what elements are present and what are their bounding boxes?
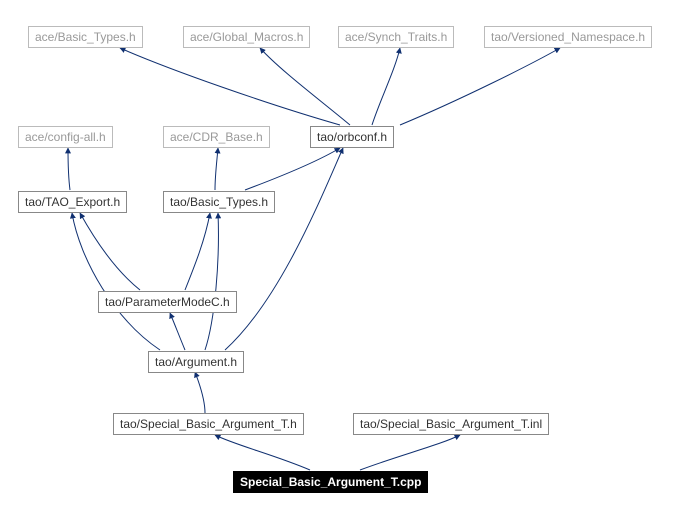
dependency-edges [0,0,675,510]
node-label: tao/Special_Basic_Argument_T.inl [360,417,542,431]
node-label: ace/config-all.h [25,130,106,144]
node-label: tao/Argument.h [155,355,237,369]
node-tao-orbconf[interactable]: tao/orbconf.h [310,126,394,148]
node-label: tao/ParameterModeC.h [105,295,230,309]
node-tao-parametermodec[interactable]: tao/ParameterModeC.h [98,291,237,313]
node-label: tao/Versioned_Namespace.h [491,30,645,44]
node-tao-special-basic-argument-inl[interactable]: tao/Special_Basic_Argument_T.inl [353,413,549,435]
node-label: ace/Basic_Types.h [35,30,136,44]
node-label: tao/orbconf.h [317,130,387,144]
node-label: ace/Global_Macros.h [190,30,303,44]
node-ace-cdr-base[interactable]: ace/CDR_Base.h [163,126,270,148]
node-root-special-basic-argument-cpp[interactable]: Special_Basic_Argument_T.cpp [233,471,428,493]
node-label: tao/Basic_Types.h [170,195,268,209]
node-ace-config-all[interactable]: ace/config-all.h [18,126,113,148]
node-ace-global-macros[interactable]: ace/Global_Macros.h [183,26,310,48]
node-label: tao/Special_Basic_Argument_T.h [120,417,297,431]
node-tao-basic-types[interactable]: tao/Basic_Types.h [163,191,275,213]
node-label: ace/CDR_Base.h [170,130,263,144]
node-tao-special-basic-argument-h[interactable]: tao/Special_Basic_Argument_T.h [113,413,304,435]
node-tao-argument[interactable]: tao/Argument.h [148,351,244,373]
node-ace-synch-traits[interactable]: ace/Synch_Traits.h [338,26,454,48]
node-ace-basic-types[interactable]: ace/Basic_Types.h [28,26,143,48]
node-tao-export[interactable]: tao/TAO_Export.h [18,191,127,213]
node-label: tao/TAO_Export.h [25,195,120,209]
node-tao-versioned-namespace[interactable]: tao/Versioned_Namespace.h [484,26,652,48]
node-label: ace/Synch_Traits.h [345,30,447,44]
node-label: Special_Basic_Argument_T.cpp [240,475,421,489]
